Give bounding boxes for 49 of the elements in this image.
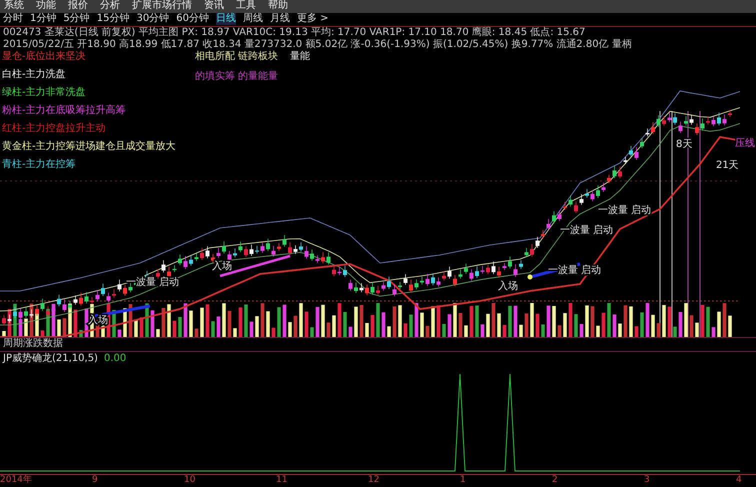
legend-text: 红柱-主力控盘拉升主动 [2,122,107,135]
period-tab[interactable]: 更多 > [296,13,329,26]
period-tab[interactable]: 月线 [270,13,290,26]
indicator-title: JP威势确龙(21,10,5) [3,352,98,365]
chart-annotation: 一波量 启动 [598,204,652,216]
note-text: 相电所配 链跨板块 [195,50,278,63]
axis-label: 9 [92,475,99,487]
axis-label: 1 [460,475,467,487]
legend-text: 青柱-主力在控筹 [2,158,77,171]
menu-item[interactable]: 帮助 [268,0,288,12]
menu-item[interactable]: 系统 [4,0,24,12]
axis-label: 3 [644,475,651,487]
chart-annotation: 入场 [88,314,108,326]
legend-text: 粉柱-主力在底吸筹拉升高筹 [2,104,127,117]
menu-item[interactable]: 资讯 [204,0,224,12]
menu-item[interactable]: 功能 [36,0,56,12]
axis-label: 2 [552,475,559,487]
axis-label: 2014年 [0,475,33,487]
axis-label: 11 [276,475,288,487]
menu-item[interactable]: 工具 [236,0,256,12]
indicator-value: 0.00 [104,352,126,365]
quote-info-line: 002473 圣莱达(日线 前复权) 平均主图 PX: 18.97 VAR10C: 19.13 平均: 17.70 VAR1P: 17.10 18.70 鹰眼: 18.45 低点: 15.67 [2,26,586,38]
period-tab[interactable]: 15分钟 [96,13,130,26]
menu-item[interactable]: 分析 [100,0,120,12]
legend-text: 黄金柱-主力控筹进场建仓且成交量放大 [2,140,176,153]
period-tab[interactable]: 30分钟 [136,13,170,26]
period-tab[interactable]: 日线 [216,13,236,26]
legend-text: 绿柱-主力非常洗盘 [2,86,87,99]
axis-label: 10 [184,475,196,487]
signal-dot [528,274,532,280]
legend-text: 显仓-底位出来坚决 [2,50,87,63]
period-tab[interactable]: 60分钟 [176,13,209,26]
menu-item[interactable]: 报价 [68,0,88,12]
chart-annotation: 压线 [735,138,755,149]
chart-annotation: 入场 [498,280,518,292]
period-tab[interactable]: 5分钟 [63,13,90,26]
axis-label: 12 [368,475,380,487]
quote-info-line: 2015/05/22/五 开18.90 高18.99 低17.87 收18.34 量273732.0 额5.02亿 涨-0.36(-1.93%) 振(1.02/5.45%) 换9.77% 流通2.80亿 量柄 [2,38,633,50]
period-tab[interactable]: 周线 [242,13,263,26]
chart-annotation: 入场 [212,260,232,272]
legend-text: 白柱-主力洗盘 [2,68,67,81]
chart-annotation: 21天 [716,160,739,171]
volume-title: 周期涨跌数据 [3,338,63,349]
axis-label: 4 [736,475,742,487]
period-tab[interactable]: 分时 [3,13,23,26]
period-tab[interactable]: 1分钟 [30,13,56,26]
note-text: 量能 [290,50,310,63]
note-text: 的填实筹 的量能量 [195,70,280,83]
menu-item[interactable]: 扩展市场行情 [132,0,192,12]
